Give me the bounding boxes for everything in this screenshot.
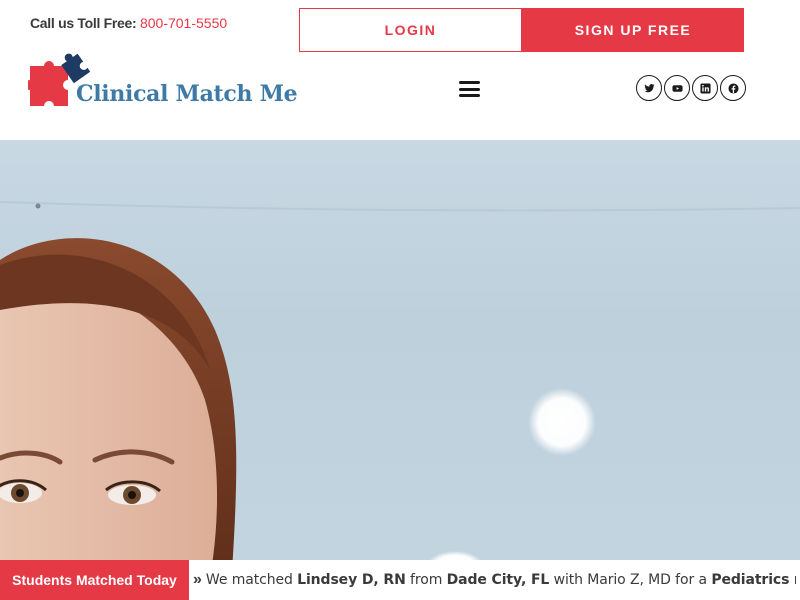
brand-name: Clinical Match Me [76,81,298,107]
login-button[interactable]: LOGIN [299,8,522,52]
ticker-prefix: We matched [205,572,293,588]
facebook-icon[interactable] [720,75,746,101]
ticker-specialty: Pediatrics [711,572,790,588]
hamburger-menu-icon[interactable] [459,81,480,97]
ticker-suffix: rotation [794,572,796,588]
twitter-icon[interactable] [636,75,662,101]
matches-ticker: Students Matched Today » We matched Lind… [0,560,800,600]
linkedin-icon[interactable] [692,75,718,101]
hero-banner [0,140,800,600]
ticker-from: from [410,572,443,588]
signup-button[interactable]: SIGN UP FREE [522,8,744,52]
double-chevron-right-icon: » [193,571,202,588]
hero-photo [0,201,800,600]
toll-free-label: Call us Toll Free: [30,15,137,31]
puzzle-logo-icon [25,52,92,110]
ticker-location: Dade City, FL [446,572,550,588]
ticker-message: We matched Lindsey D, RN from Dade City,… [206,572,796,588]
toll-free-line: Call us Toll Free: 800-701-5550 [30,15,227,31]
toll-free-number[interactable]: 800-701-5550 [140,15,227,31]
site-header: Call us Toll Free: 800-701-5550 LOGIN SI… [0,0,800,140]
site-logo[interactable]: Clinical Match Me [25,52,298,110]
ticker-student: Lindsey D, RN [297,572,406,588]
youtube-icon[interactable] [664,75,690,101]
ticker-label: Students Matched Today [0,560,189,600]
ticker-middle: with Mario Z, MD for a [553,572,707,588]
